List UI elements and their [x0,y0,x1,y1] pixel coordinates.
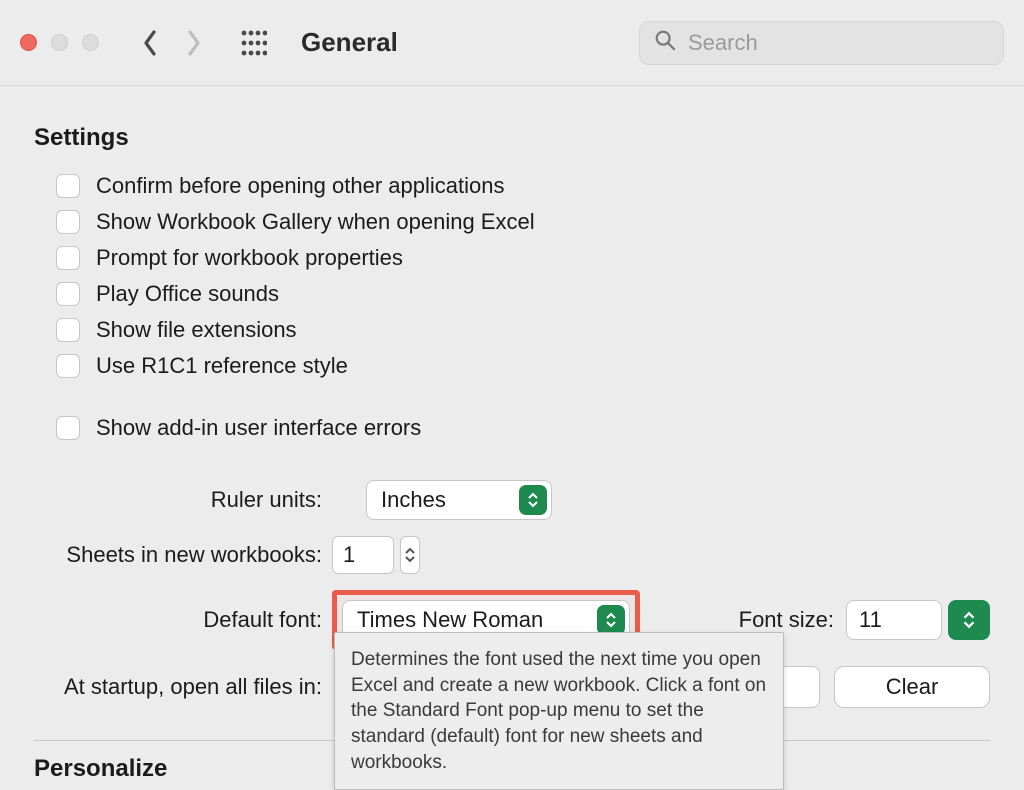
search-field[interactable] [639,21,1004,65]
window-title: General [301,27,398,58]
content: Settings Confirm before opening other ap… [0,86,1024,768]
back-button[interactable] [141,28,159,58]
sheets-label: Sheets in new workbooks: [34,542,332,568]
default-font-value: Times New Roman [357,607,543,633]
row-ruler-units: Ruler units: Inches [34,472,990,528]
default-font-label: Default font: [34,607,332,633]
font-size-field[interactable]: 11 [846,600,942,640]
option-play-sounds[interactable]: Play Office sounds [34,276,990,312]
checkbox[interactable] [56,246,80,270]
row-sheets: Sheets in new workbooks: 1 [34,528,990,582]
ruler-units-value: Inches [381,487,446,513]
forward-button [185,28,203,58]
sheets-num-input[interactable]: 1 [332,536,420,574]
dropdown-stepper-icon [519,485,547,515]
checkbox[interactable] [56,282,80,306]
clear-button[interactable]: Clear [834,666,990,708]
dropdown-stepper-icon [597,605,625,635]
checkbox[interactable] [56,174,80,198]
minimize-window-button[interactable] [51,34,68,51]
search-icon [654,29,676,57]
nav-arrows [141,28,203,58]
settings-heading: Settings [34,124,990,152]
all-prefs-button[interactable] [241,30,267,56]
window-controls [20,34,99,51]
tooltip-text: Determines the font used the next time y… [351,649,766,773]
startup-label: At startup, open all files in: [34,674,332,700]
font-size-value: 11 [859,607,882,633]
option-label: Play Office sounds [96,281,279,307]
option-show-ext[interactable]: Show file extensions [34,312,990,348]
default-font-tooltip: Determines the font used the next time y… [334,632,784,790]
checkbox[interactable] [56,318,80,342]
option-show-gallery[interactable]: Show Workbook Gallery when opening Excel [34,204,990,240]
zoom-window-button[interactable] [82,34,99,51]
option-label: Show add-in user interface errors [96,415,421,441]
search-input[interactable] [686,29,989,57]
option-label: Show Workbook Gallery when opening Excel [96,209,535,235]
option-label: Use R1C1 reference style [96,353,348,379]
option-confirm-apps[interactable]: Confirm before opening other application… [34,168,990,204]
sheets-value[interactable]: 1 [332,536,394,574]
font-size-stepper[interactable] [948,600,990,640]
option-r1c1[interactable]: Use R1C1 reference style [34,348,990,384]
ruler-units-dropdown[interactable]: Inches [366,480,552,520]
option-label: Prompt for workbook properties [96,245,403,271]
option-label: Confirm before opening other application… [96,173,504,199]
font-size-label: Font size: [739,607,846,633]
sheets-stepper[interactable] [400,536,420,574]
close-window-button[interactable] [20,34,37,51]
option-label: Show file extensions [96,317,297,343]
checkbox[interactable] [56,416,80,440]
ruler-units-label: Ruler units: [34,487,332,513]
option-addin-errors[interactable]: Show add-in user interface errors [34,410,990,446]
checkbox[interactable] [56,354,80,378]
checkbox[interactable] [56,210,80,234]
toolbar: General [0,0,1024,86]
option-prompt-props[interactable]: Prompt for workbook properties [34,240,990,276]
